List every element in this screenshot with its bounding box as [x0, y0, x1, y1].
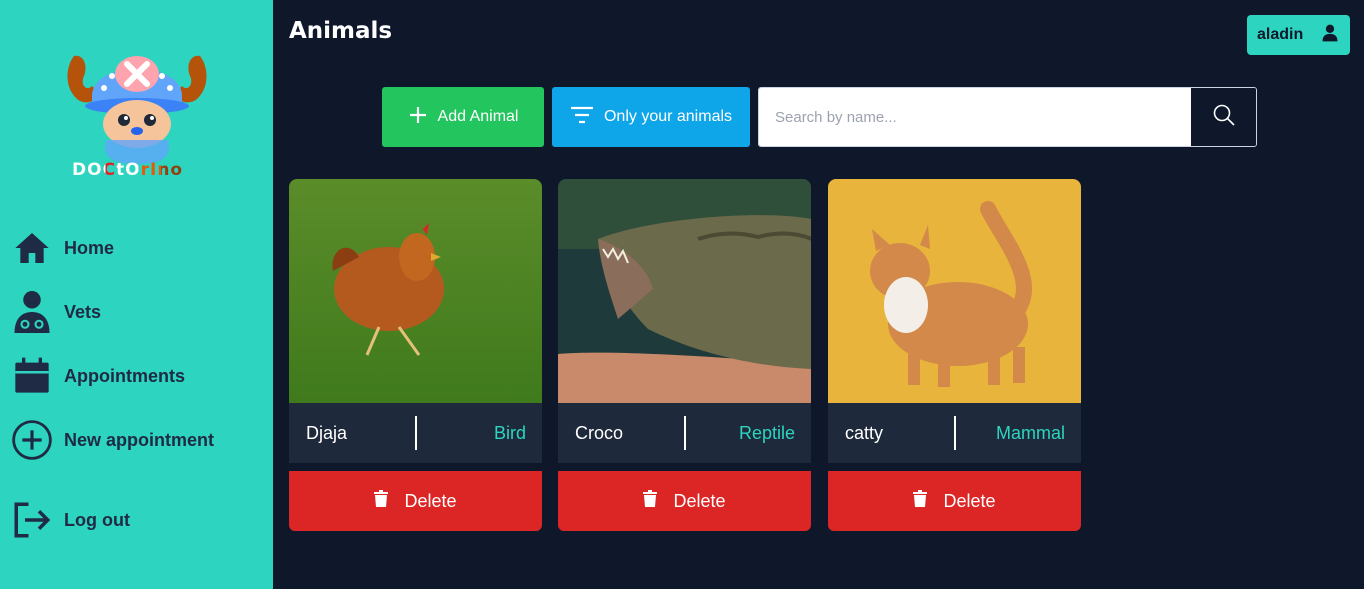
add-animal-label: Add Animal	[437, 108, 519, 125]
user-menu-button[interactable]: aladin	[1247, 15, 1350, 55]
sidebar-item-vets[interactable]: Vets	[10, 290, 101, 334]
page-title: Animals	[289, 18, 393, 44]
logout-icon	[10, 498, 54, 542]
animal-info: Croco Reptile	[558, 403, 811, 463]
plus-circle-icon	[10, 418, 54, 462]
search-input[interactable]	[759, 88, 1191, 146]
filter-icon	[570, 106, 604, 129]
divider	[415, 416, 417, 450]
animal-photo-chicken	[289, 179, 542, 403]
animal-species: Bird	[493, 422, 526, 443]
sidebar-item-label: Vets	[64, 301, 102, 322]
delete-button[interactable]: Delete	[289, 471, 542, 531]
sidebar: DOCtOrIno Home Vets Appointments New app…	[0, 0, 273, 589]
delete-label: Delete	[943, 490, 996, 511]
sidebar-item-label: New appointment	[64, 429, 215, 450]
sidebar-item-new-appointment[interactable]: New appointment	[10, 418, 214, 462]
sidebar-item-home[interactable]: Home	[10, 226, 114, 270]
delete-label: Delete	[404, 490, 457, 511]
delete-label: Delete	[673, 490, 726, 511]
animal-card: catty Mammal Delete	[828, 179, 1081, 531]
user-name: aladin	[1257, 26, 1304, 43]
doctor-icon	[10, 290, 54, 334]
only-your-animals-button[interactable]: Only your animals	[552, 87, 750, 147]
animal-info: Djaja Bird	[289, 403, 542, 463]
trash-icon	[643, 490, 673, 512]
animal-species: Reptile	[738, 422, 795, 443]
logo-text: DOCtOrIno	[72, 160, 183, 180]
trash-icon	[913, 490, 943, 512]
animal-name: Djaja	[306, 422, 348, 443]
user-icon	[1320, 23, 1340, 48]
search-bar	[758, 87, 1257, 147]
add-animal-button[interactable]: Add Animal	[382, 87, 544, 147]
delete-button[interactable]: Delete	[558, 471, 811, 531]
sidebar-item-label: Log out	[64, 509, 130, 530]
sidebar-item-logout[interactable]: Log out	[10, 498, 130, 542]
divider	[684, 416, 686, 450]
logo-text-label: DOCtOrIno	[72, 160, 184, 180]
search-button[interactable]	[1191, 88, 1256, 146]
animal-card: Djaja Bird Delete	[289, 179, 542, 531]
sidebar-item-appointments[interactable]: Appointments	[10, 354, 185, 398]
animal-info: catty Mammal	[828, 403, 1081, 463]
sidebar-item-label: Home	[64, 237, 115, 258]
animal-card: Croco Reptile Delete	[558, 179, 811, 531]
animal-name: Croco	[575, 422, 624, 443]
search-icon	[1212, 103, 1236, 132]
divider	[954, 416, 956, 450]
home-icon	[10, 226, 54, 270]
trash-icon	[374, 490, 404, 512]
animal-photo-cat	[828, 179, 1081, 403]
animal-photo-crocodile	[558, 179, 811, 403]
filter-label: Only your animals	[603, 108, 733, 125]
sidebar-item-label: Appointments	[64, 365, 185, 386]
plus-icon	[408, 105, 438, 130]
delete-button[interactable]: Delete	[828, 471, 1081, 531]
animal-name: catty	[845, 422, 884, 443]
animal-species: Mammal	[995, 422, 1065, 443]
calendar-icon	[10, 354, 54, 398]
